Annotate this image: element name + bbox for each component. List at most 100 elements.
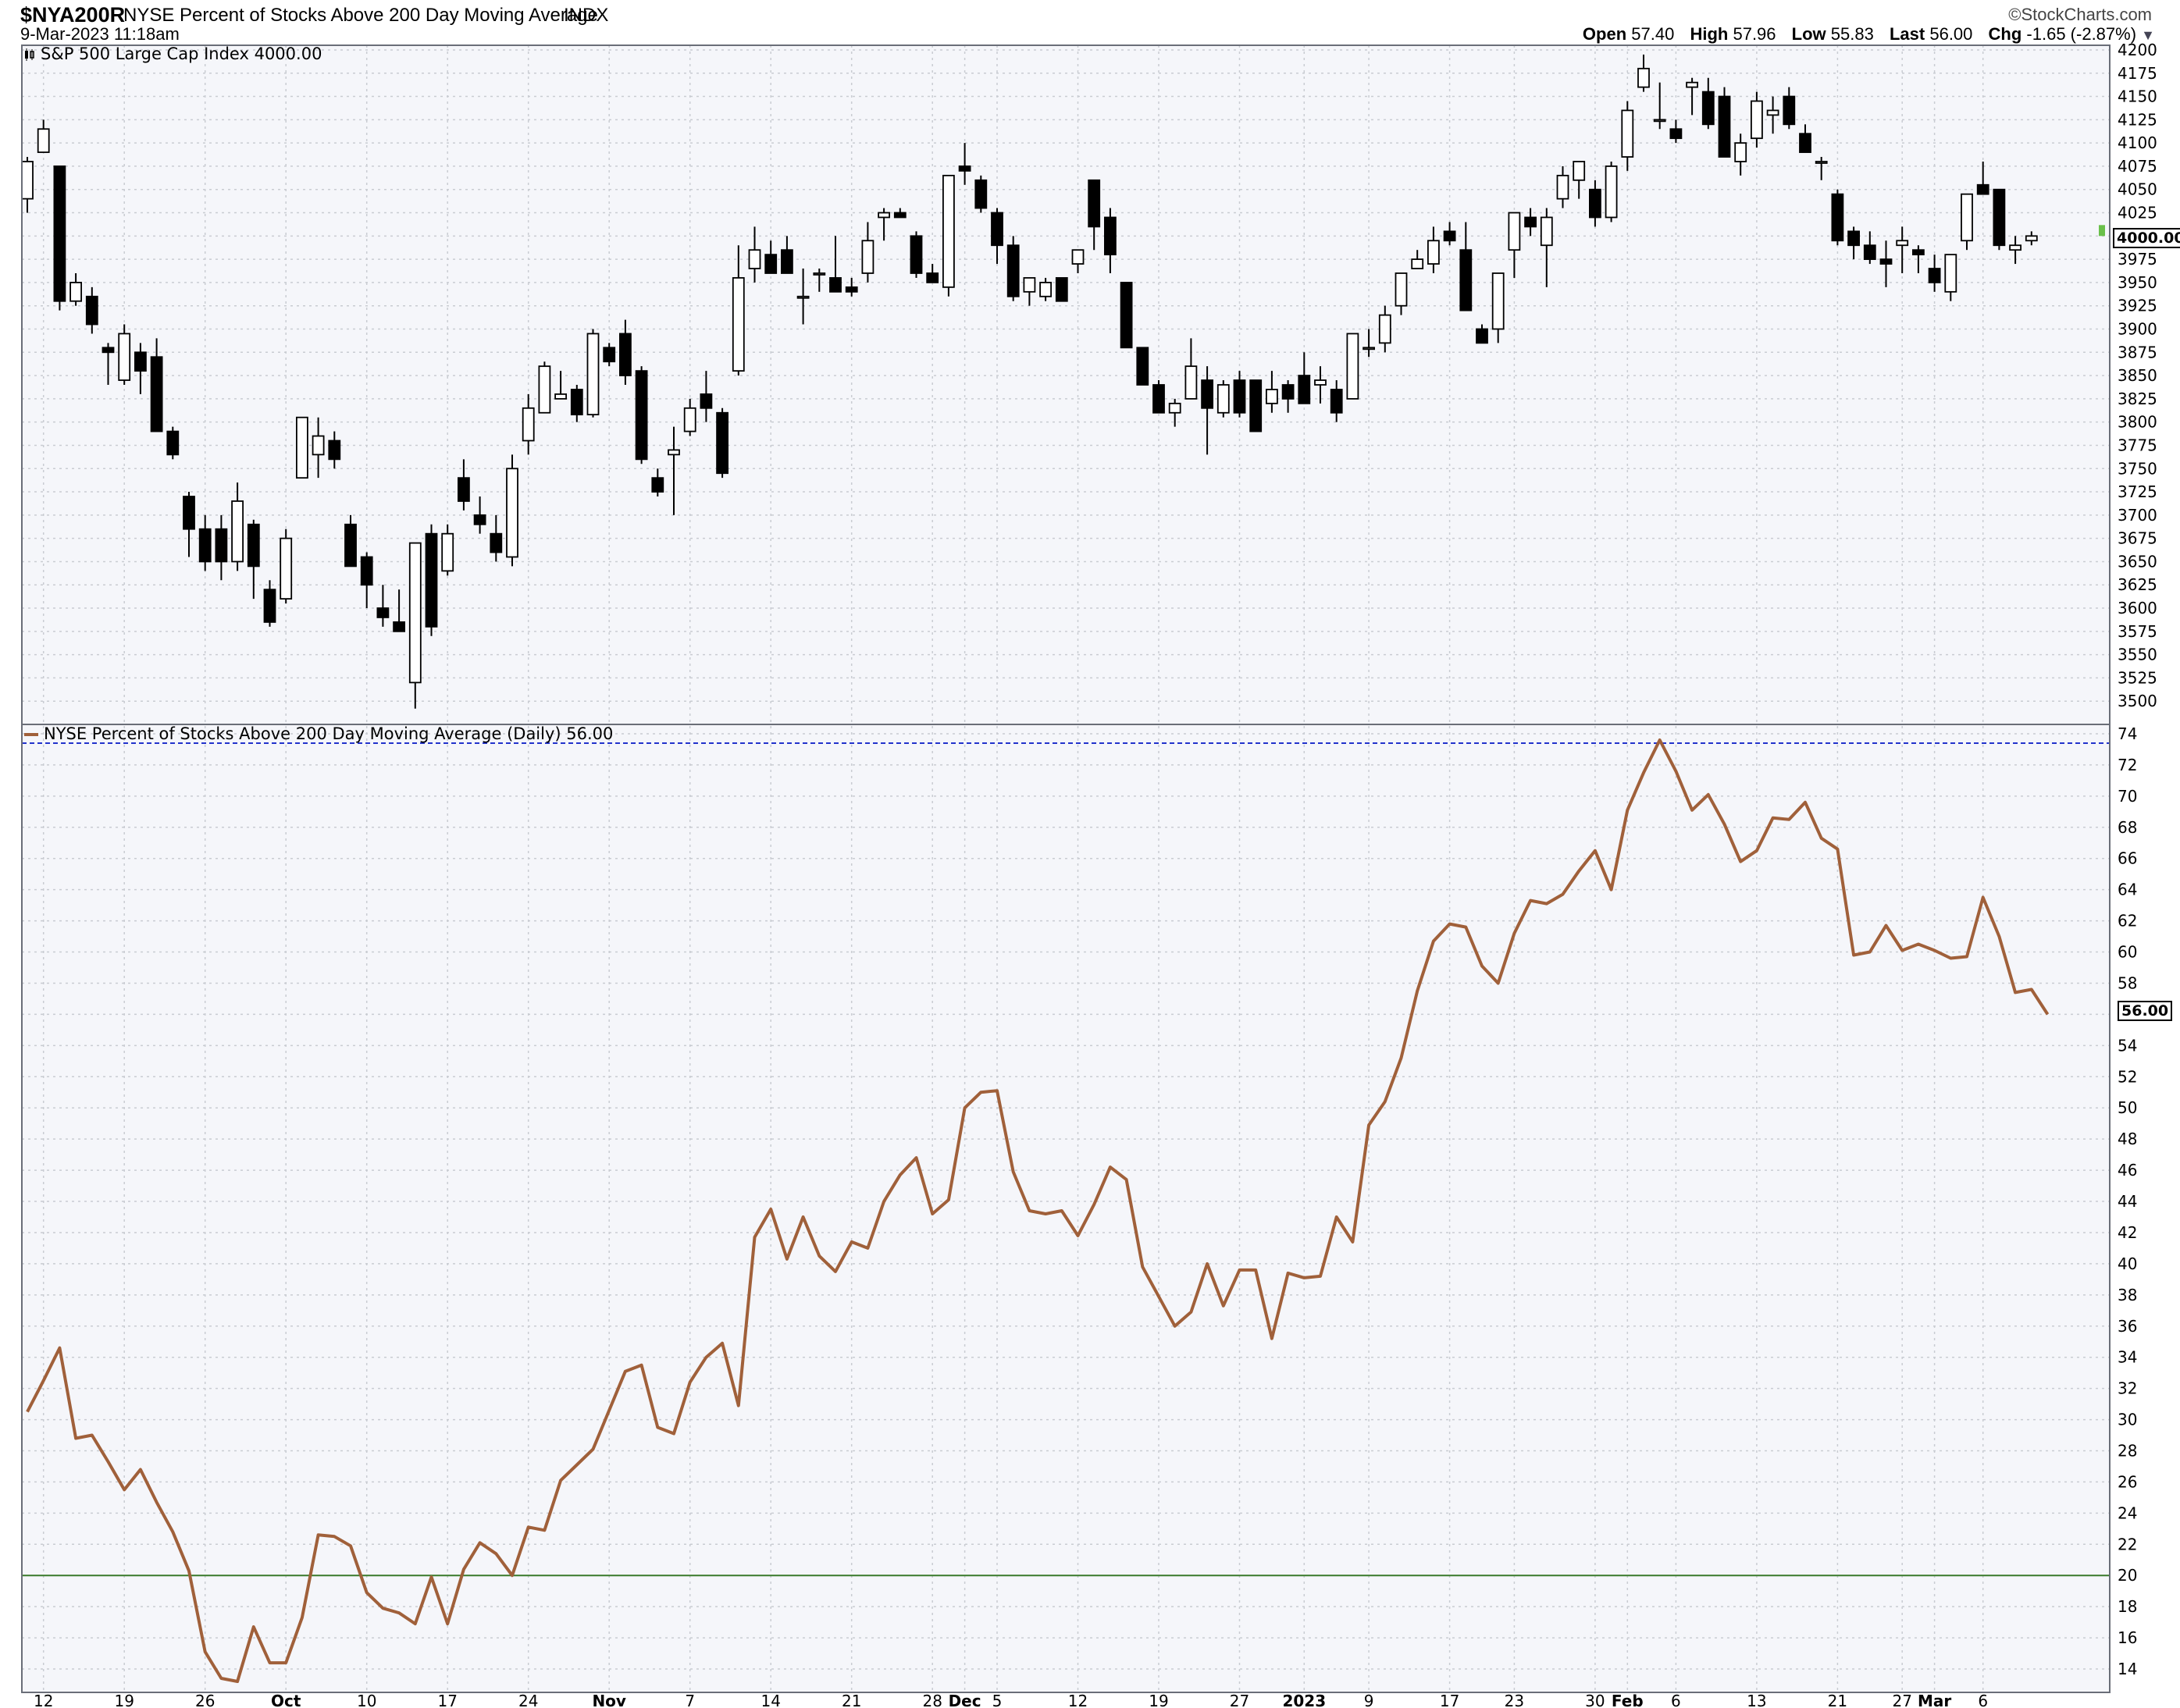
candle	[408, 542, 422, 684]
y-tick-label: 52	[2118, 1067, 2137, 1086]
y-tick-label: 3700	[2118, 506, 2157, 525]
y-tick-label: 32	[2118, 1379, 2137, 1398]
x-tick-label: 2023	[1282, 1692, 1326, 1708]
candle	[1911, 249, 1925, 256]
y-tick-label: 20	[2118, 1566, 2137, 1585]
upper-panel	[22, 45, 2110, 724]
y-tick-label: 3550	[2118, 646, 2157, 664]
candle	[1136, 347, 1149, 386]
candle	[1605, 165, 1618, 219]
candle	[1039, 282, 1052, 297]
x-tick-label: Mar	[1918, 1692, 1951, 1708]
y-tick-label: 3850	[2118, 366, 2157, 385]
candle	[1249, 379, 1263, 432]
chg-value: -1.65 (-2.87%)	[2026, 24, 2137, 44]
candle	[490, 532, 503, 553]
x-tick-label: 14	[761, 1692, 780, 1708]
x-tick-label: 26	[195, 1692, 215, 1708]
candle	[748, 249, 761, 269]
y-tick-label: 50	[2118, 1098, 2137, 1117]
candle	[263, 589, 276, 623]
y-tick-label: 48	[2118, 1130, 2137, 1148]
candle	[85, 295, 98, 326]
candle	[1701, 91, 1715, 126]
y-tick-label: 3625	[2118, 575, 2157, 594]
candle	[53, 165, 66, 302]
upper-panel-legend: S&P 500 Large Cap Index 4000.00	[23, 44, 322, 63]
y-tick-label: 60	[2118, 943, 2137, 962]
candle	[1281, 384, 1295, 400]
candle	[813, 272, 826, 276]
candle	[2009, 244, 2022, 251]
y-tick-label: 3875	[2118, 343, 2157, 361]
candle	[1669, 128, 1683, 140]
candle	[1556, 174, 1569, 200]
x-tick-label: 19	[1149, 1692, 1168, 1708]
candle	[1395, 272, 1408, 307]
candle	[1976, 183, 1989, 195]
x-tick-label: Feb	[1612, 1692, 1644, 1708]
upper-panel-title: S&P 500 Large Cap Index 4000.00	[41, 44, 322, 63]
x-tick-label: 27	[1230, 1692, 1249, 1708]
y-tick-label: 3600	[2118, 599, 2157, 617]
candle	[1314, 379, 1327, 386]
line-swatch-icon	[24, 733, 38, 736]
candle	[458, 477, 470, 502]
candlestick-icon	[25, 48, 34, 61]
x-tick-label: 7	[685, 1692, 695, 1708]
candle	[1120, 282, 1133, 349]
x-tick-label: 27	[1892, 1692, 1911, 1708]
candle	[1491, 272, 1505, 330]
candle	[1879, 258, 1893, 265]
x-tick-label: 23	[1505, 1692, 1524, 1708]
lower-panel-legend: NYSE Percent of Stocks Above 200 Day Mov…	[23, 724, 613, 743]
candle	[1088, 179, 1101, 228]
open-value: 57.40	[1631, 24, 1675, 44]
candle	[198, 528, 212, 563]
candle	[312, 435, 325, 456]
y-tick-label: 3575	[2118, 622, 2157, 641]
candle	[376, 607, 390, 618]
candle	[2025, 235, 2038, 242]
y-tick-label: 3975	[2118, 250, 2157, 269]
x-tick-label: 13	[1747, 1692, 1766, 1708]
candle	[393, 621, 406, 632]
brand-label: ©StockCharts.com	[2008, 5, 2152, 24]
candle	[1427, 240, 1440, 265]
candle	[1184, 365, 1198, 400]
candle	[1766, 109, 1779, 116]
y-tick-label: 58	[2118, 973, 2137, 992]
candle	[1071, 249, 1085, 265]
triangle-down-icon[interactable]: ▼	[2141, 27, 2155, 43]
exchange-label: INDX	[564, 5, 609, 26]
y-tick-label: 3950	[2118, 273, 2157, 292]
y-tick-label: 3750	[2118, 459, 2157, 478]
candle	[861, 240, 874, 274]
candle	[37, 128, 50, 153]
candle	[69, 282, 82, 302]
candle	[360, 556, 373, 586]
candle	[1540, 216, 1553, 247]
y-tick-label: 3800	[2118, 413, 2157, 432]
y-tick-label: 3775	[2118, 436, 2157, 454]
candle	[1298, 375, 1311, 404]
candle	[1961, 193, 1973, 242]
low-label: Low	[1791, 24, 1826, 44]
candle	[796, 295, 810, 299]
candle	[1734, 142, 1747, 162]
candle	[1508, 212, 1521, 251]
candle	[215, 528, 228, 563]
candle	[991, 212, 1003, 247]
y-tick-label: 22	[2118, 1535, 2137, 1553]
candle	[732, 277, 745, 372]
candle	[1459, 249, 1473, 311]
candle	[1201, 379, 1213, 409]
candle	[683, 407, 696, 432]
candle	[1104, 216, 1117, 256]
candle	[1863, 244, 1876, 261]
candle	[1799, 133, 1811, 153]
candle	[1524, 216, 1537, 228]
candle	[1168, 402, 1181, 414]
y-tick-label: 18	[2118, 1597, 2137, 1616]
candle	[700, 393, 713, 409]
